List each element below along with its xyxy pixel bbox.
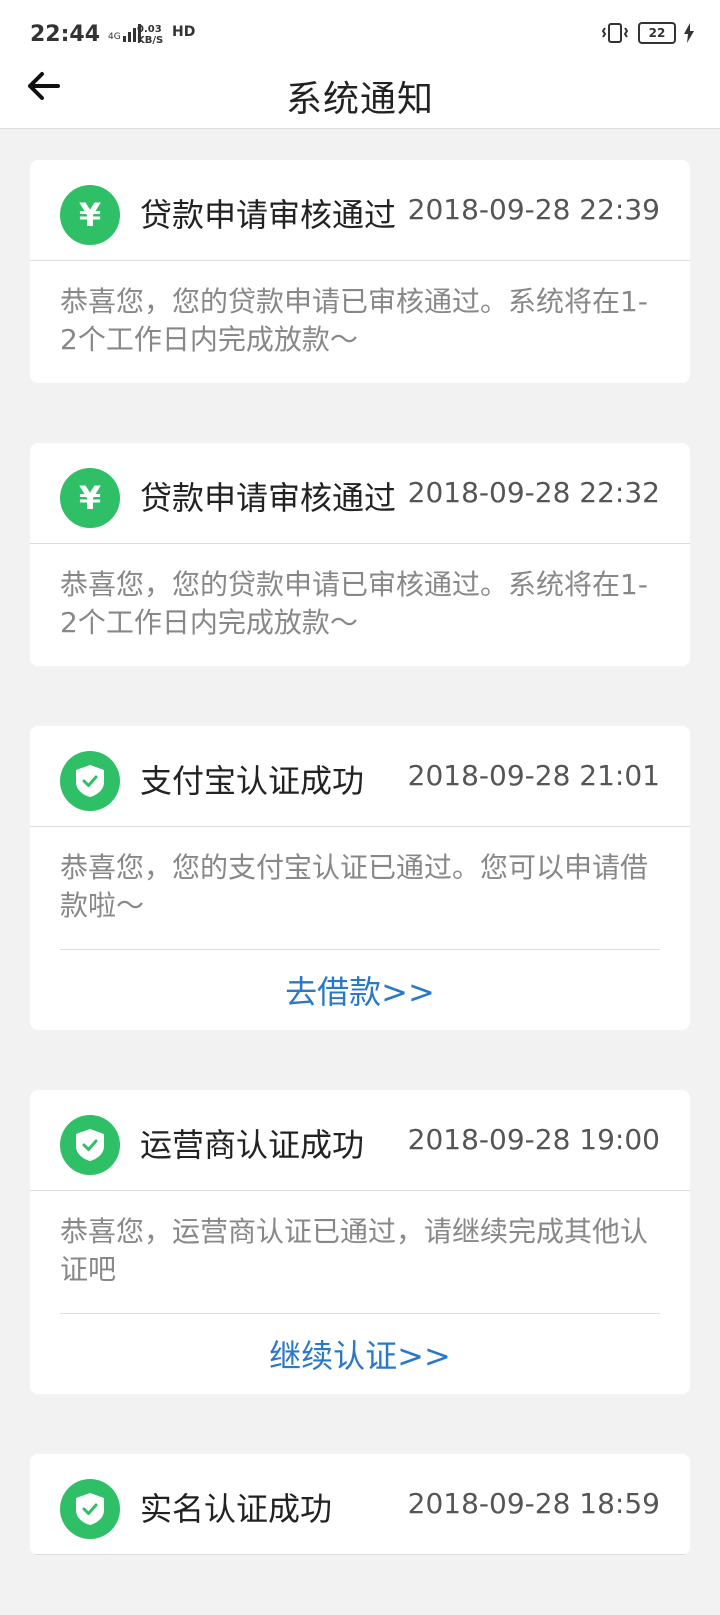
notification-body: 恭喜您，您的贷款申请已审核通过。系统将在1-2个工作日内完成放款～ [60, 285, 648, 356]
notification-card[interactable]: 实名认证成功 2018-09-28 18:59 [30, 1454, 690, 1555]
go-borrow-link[interactable]: 去借款>> [30, 950, 690, 1030]
vibrate-icon [601, 23, 629, 43]
hd-indicator: HD [172, 24, 196, 40]
notification-card[interactable]: ¥ 贷款申请审核通过 2018-09-28 22:39 恭喜您，您的贷款申请已审… [30, 160, 690, 383]
page-title: 系统通知 [285, 79, 434, 120]
shield-check-icon [60, 751, 120, 811]
notification-card[interactable]: ¥ 贷款申请审核通过 2018-09-28 22:32 恭喜您，您的贷款申请已审… [30, 443, 690, 666]
notification-time: 2018-09-28 18:59 [407, 1487, 660, 1520]
notification-body: 恭喜您，您的贷款申请已审核通过。系统将在1-2个工作日内完成放款～ [60, 568, 648, 639]
yen-icon: ¥ [60, 185, 120, 245]
network-type: 4G [108, 32, 121, 42]
network-speed: 0.03 KB/S [137, 24, 164, 46]
status-bar: 22:44 4G 0.03 KB/S HD 22 [0, 0, 720, 60]
notification-time: 2018-09-28 22:39 [407, 193, 660, 226]
notification-time: 2018-09-28 22:32 [407, 476, 660, 509]
notification-card[interactable]: 支付宝认证成功 2018-09-28 21:01 恭喜您，您的支付宝认证已通过。… [30, 726, 690, 1030]
shield-check-icon [60, 1115, 120, 1175]
notification-list: ¥ 贷款申请审核通过 2018-09-28 22:39 恭喜您，您的贷款申请已审… [30, 160, 690, 1615]
notification-title: 实名认证成功 [140, 1490, 333, 1528]
app-header: 系统通知 [0, 60, 720, 129]
notification-card[interactable]: 运营商认证成功 2018-09-28 19:00 恭喜您，运营商认证已通过，请继… [30, 1090, 690, 1394]
notification-title: 贷款申请审核通过 [140, 479, 397, 517]
battery-icon: 22 [638, 22, 676, 44]
status-time: 22:44 [30, 22, 101, 47]
charging-icon [684, 23, 694, 43]
yen-icon: ¥ [60, 468, 120, 528]
notification-title: 贷款申请审核通过 [140, 196, 397, 234]
signal-icon: 4G [108, 24, 141, 42]
notification-title: 支付宝认证成功 [140, 762, 365, 800]
notification-time: 2018-09-28 21:01 [407, 759, 660, 792]
continue-verify-link[interactable]: 继续认证>> [30, 1314, 690, 1394]
notification-title: 运营商认证成功 [140, 1126, 365, 1164]
shield-check-icon [60, 1479, 120, 1539]
notification-body: 恭喜您，您的支付宝认证已通过。您可以申请借款啦～ [60, 851, 649, 922]
notification-body: 恭喜您，运营商认证已通过，请继续完成其他认证吧 [60, 1215, 649, 1286]
notification-time: 2018-09-28 19:00 [407, 1123, 660, 1156]
